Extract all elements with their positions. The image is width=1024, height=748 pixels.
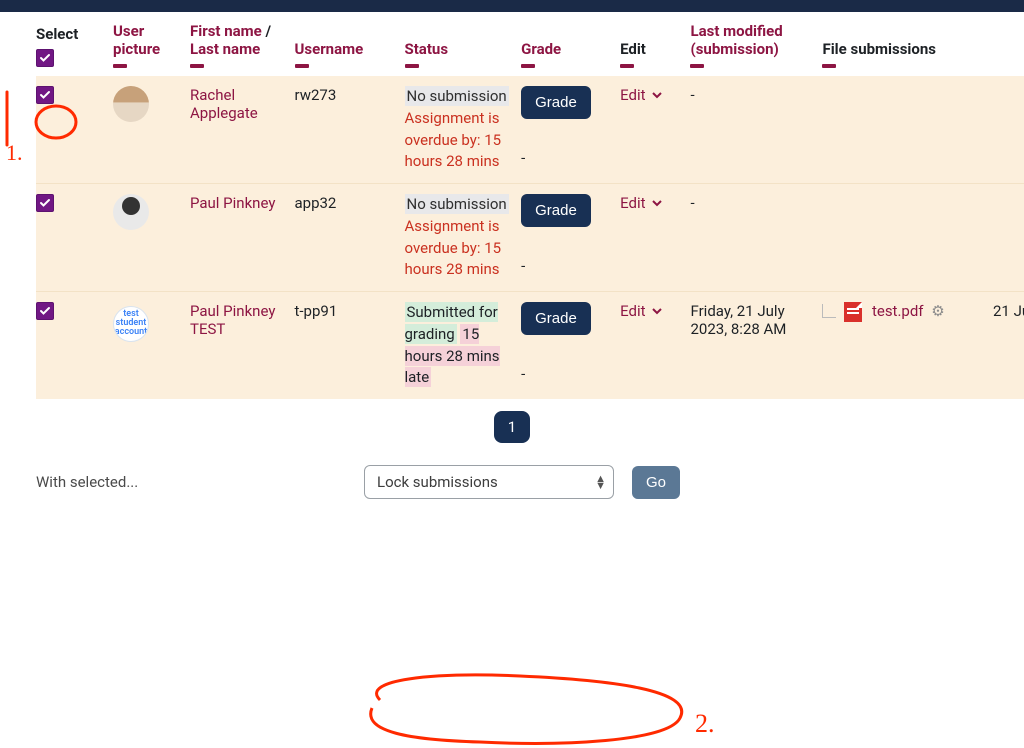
avatar[interactable]: test student account bbox=[113, 306, 149, 342]
student-name-link[interactable]: Rachel Applegate bbox=[190, 86, 258, 122]
sort-indicator-icon[interactable] bbox=[295, 64, 309, 68]
student-name-link[interactable]: Paul Pinkney TEST bbox=[190, 302, 275, 338]
sort-indicator-icon[interactable] bbox=[822, 64, 836, 68]
select-all-checkbox[interactable] bbox=[36, 49, 54, 67]
sort-indicator-icon[interactable] bbox=[113, 64, 127, 68]
modified-text: Friday, 21 July 2023, 8:28 AM bbox=[690, 302, 786, 338]
table-row: test student account Paul Pinkney TEST t… bbox=[36, 292, 1024, 400]
edit-label: Edit bbox=[620, 194, 645, 212]
grade-button[interactable]: Grade bbox=[521, 86, 591, 119]
avatar[interactable] bbox=[113, 194, 149, 230]
edit-menu[interactable]: Edit bbox=[620, 194, 661, 212]
row-checkbox[interactable] bbox=[36, 302, 54, 320]
bulk-action-select[interactable]: Lock submissions ▲▼ bbox=[364, 465, 614, 499]
pdf-icon bbox=[844, 302, 862, 322]
chevron-down-icon bbox=[652, 306, 662, 316]
edit-menu[interactable]: Edit bbox=[620, 302, 661, 320]
col-header-status[interactable]: Status bbox=[405, 40, 449, 58]
col-header-last-name[interactable]: Last name bbox=[190, 40, 260, 58]
header-row: Select User picture First name / Last na… bbox=[36, 12, 1024, 76]
col-header-modified[interactable]: Last modified (submission) bbox=[690, 22, 782, 58]
row-checkbox[interactable] bbox=[36, 194, 54, 212]
sort-indicator-icon[interactable] bbox=[620, 64, 634, 68]
col-header-select: Select bbox=[36, 25, 78, 43]
gear-icon[interactable]: ⚙ bbox=[931, 302, 944, 320]
table-row: Paul Pinkney app32 No submission Assignm… bbox=[36, 184, 1024, 292]
submissions-table-wrap: Select User picture First name / Last na… bbox=[0, 12, 1024, 399]
col-header-files: File submissions bbox=[822, 40, 935, 58]
check-icon bbox=[39, 89, 51, 101]
grade-value: - bbox=[521, 365, 610, 383]
file-link[interactable]: test.pdf bbox=[872, 302, 924, 320]
status-badge: No submission bbox=[405, 86, 509, 106]
sort-indicator-icon[interactable] bbox=[521, 64, 535, 68]
grade-value: - bbox=[521, 257, 610, 275]
username-text: rw273 bbox=[295, 86, 337, 104]
table-row: Rachel Applegate rw273 No submission Ass… bbox=[36, 76, 1024, 184]
file-side-text: 21 July 2023, 8 bbox=[993, 302, 1024, 320]
check-icon bbox=[39, 305, 51, 317]
username-text: t-pp91 bbox=[295, 302, 338, 320]
username-text: app32 bbox=[295, 194, 337, 212]
sort-indicator-icon[interactable] bbox=[690, 64, 704, 68]
col-header-picture[interactable]: User picture bbox=[113, 22, 160, 58]
sort-indicator-icon[interactable] bbox=[190, 64, 204, 68]
edit-menu[interactable]: Edit bbox=[620, 86, 661, 104]
modified-text: - bbox=[690, 86, 694, 104]
grade-button[interactable]: Grade bbox=[521, 302, 591, 335]
col-header-first-name[interactable]: First name bbox=[190, 22, 262, 40]
col-header-username[interactable]: Username bbox=[295, 40, 364, 58]
check-icon bbox=[39, 197, 51, 209]
col-header-grade[interactable]: Grade bbox=[521, 40, 561, 58]
go-button[interactable]: Go bbox=[632, 466, 680, 499]
student-name-link[interactable]: Paul Pinkney bbox=[190, 194, 275, 212]
sort-indicator-icon[interactable] bbox=[405, 64, 419, 68]
avatar[interactable] bbox=[113, 86, 149, 122]
grade-value: - bbox=[521, 149, 610, 167]
select-display[interactable]: Lock submissions bbox=[364, 465, 614, 499]
row-checkbox[interactable] bbox=[36, 86, 54, 104]
status-badge: No submission bbox=[405, 194, 509, 214]
check-icon bbox=[39, 52, 51, 64]
edit-label: Edit bbox=[620, 302, 645, 320]
chevron-down-icon bbox=[652, 90, 662, 100]
grade-button[interactable]: Grade bbox=[521, 194, 591, 227]
chevron-down-icon bbox=[652, 198, 662, 208]
bulk-action-row: With selected... Lock submissions ▲▼ Go bbox=[0, 461, 1024, 519]
top-nav-bar bbox=[0, 0, 1024, 12]
submissions-table: Select User picture First name / Last na… bbox=[36, 12, 1024, 399]
status-badge: Submitted for grading bbox=[405, 302, 498, 344]
page-current[interactable]: 1 bbox=[494, 411, 530, 443]
modified-text: - bbox=[690, 194, 694, 212]
pagination: 1 bbox=[0, 399, 1024, 461]
overdue-text: Assignment is overdue by: 15 hours 28 mi… bbox=[405, 109, 502, 171]
bulk-label: With selected... bbox=[36, 473, 346, 491]
overdue-text: Assignment is overdue by: 15 hours 28 mi… bbox=[405, 217, 502, 279]
col-header-edit: Edit bbox=[620, 40, 646, 58]
annotation-label-2: 2. bbox=[695, 709, 715, 738]
tree-indent-icon bbox=[822, 304, 836, 318]
edit-label: Edit bbox=[620, 86, 645, 104]
